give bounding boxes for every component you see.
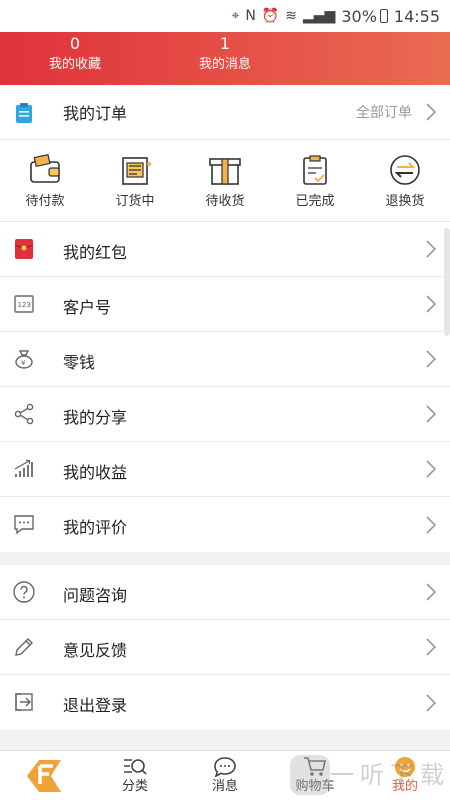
tab-messages[interactable]: 消息 <box>180 751 270 800</box>
nfc-icon: N <box>245 8 256 24</box>
favorites-label: 我的收藏 <box>48 57 101 72</box>
status-returns[interactable]: 退换货 <box>370 154 440 209</box>
tab-category[interactable]: 分类 <box>90 751 180 800</box>
status-awaiting-delivery[interactable]: 待收货 <box>190 154 260 209</box>
messages-label: 我的消息 <box>198 57 251 72</box>
menu-row-earnings[interactable]: 我的收益 <box>0 442 450 497</box>
message-bubble-icon <box>214 757 236 778</box>
watermark-text: 一听下载 <box>330 761 450 789</box>
logout-icon <box>15 693 33 711</box>
id-card-icon: 123 <box>14 295 34 313</box>
menu-label: 我的评价 <box>63 518 128 537</box>
status-label: 待付款 <box>25 194 65 209</box>
menu-label: 退出登录 <box>63 696 128 715</box>
chevron-right-icon <box>426 638 437 660</box>
alarm-icon: ⏰ <box>261 8 280 24</box>
tab-label: 消息 <box>211 779 238 794</box>
clipboard-icon <box>14 102 34 128</box>
earnings-chart-icon <box>14 459 33 477</box>
messages-stat[interactable]: 1 我的消息 <box>165 35 285 75</box>
wallet-icon <box>30 154 60 183</box>
profile-header: 0 我的收藏 1 我的消息 <box>0 32 450 85</box>
chevron-right-icon <box>426 350 437 372</box>
package-icon <box>209 158 241 185</box>
menu-label: 问题咨询 <box>63 586 128 605</box>
menu-row-red-envelope[interactable]: 我的红包 <box>0 222 450 277</box>
chevron-right-icon <box>426 693 437 716</box>
red-envelope-icon <box>14 239 34 259</box>
my-orders-title: 我的订单 <box>63 104 128 123</box>
order-status-grid: 待付款 订货中 待收货 已完成 退换货 <box>0 140 450 222</box>
comment-icon <box>14 515 34 535</box>
chevron-right-icon <box>426 583 437 605</box>
scroll-edge-indicator <box>444 228 450 336</box>
menu-label: 我的分享 <box>63 408 128 427</box>
primary-menu: 我的红包 123 客户号 ¥ 零钱 我的分享 我的收益 我的评价 <box>0 222 450 552</box>
menu-row-reviews[interactable]: 我的评价 <box>0 497 450 552</box>
status-completed[interactable]: 已完成 <box>280 154 350 209</box>
clock: 14:55 <box>393 6 440 26</box>
all-orders-link[interactable]: 全部订单 <box>356 102 412 122</box>
home-logo-icon <box>27 760 61 792</box>
chevron-right-icon <box>426 103 437 125</box>
checklist-icon <box>303 155 327 185</box>
menu-row-feedback[interactable]: 意见反馈 <box>0 620 450 675</box>
status-label: 退换货 <box>385 194 425 209</box>
chevron-right-icon <box>426 295 437 317</box>
secondary-menu: 问题咨询 意见反馈 退出登录 <box>0 565 450 730</box>
menu-label: 我的收益 <box>63 463 128 482</box>
menu-row-share[interactable]: 我的分享 <box>0 387 450 442</box>
tab-label: 分类 <box>121 779 148 794</box>
exchange-icon <box>390 155 420 185</box>
status-ordering[interactable]: 订货中 <box>100 154 170 209</box>
chevron-right-icon <box>426 405 437 427</box>
menu-label: 零钱 <box>63 353 96 372</box>
status-label: 订货中 <box>115 194 155 209</box>
wifi-icon: ≋ <box>285 8 298 24</box>
svg-text:123: 123 <box>18 301 31 309</box>
menu-row-customer-number[interactable]: 123 客户号 <box>0 277 450 332</box>
status-icons: ⌖ N ⏰ ≋ ▂▄▆ <box>231 8 335 24</box>
battery-icon <box>379 9 388 23</box>
signal-icon: ▂▄▆ <box>303 8 336 24</box>
menu-label: 意见反馈 <box>63 641 128 660</box>
location-icon: ⌖ <box>231 8 240 24</box>
status-pending-payment[interactable]: 待付款 <box>10 154 80 209</box>
menu-label: 客户号 <box>63 298 112 317</box>
messages-count: 1 <box>219 34 231 53</box>
pencil-icon <box>15 638 33 656</box>
favorites-stat[interactable]: 0 我的收藏 <box>15 35 135 75</box>
money-bag-icon: ¥ <box>15 350 33 369</box>
my-orders-row[interactable]: 我的订单 全部订单 <box>0 85 450 140</box>
tab-home[interactable] <box>0 751 90 800</box>
menu-label: 我的红包 <box>63 243 128 262</box>
category-search-icon <box>124 759 147 775</box>
share-icon <box>14 403 34 425</box>
battery-level: 30% <box>341 6 377 26</box>
status-label: 待收货 <box>205 194 245 209</box>
menu-row-change[interactable]: ¥ 零钱 <box>0 332 450 387</box>
chevron-right-icon <box>426 460 437 482</box>
menu-row-logout[interactable]: 退出登录 <box>0 675 450 730</box>
favorites-count: 0 <box>69 34 81 53</box>
status-label: 已完成 <box>295 194 335 209</box>
question-icon <box>13 581 35 603</box>
chevron-right-icon <box>426 515 437 538</box>
chevron-right-icon <box>426 240 437 262</box>
status-bar: ⌖ N ⏰ ≋ ▂▄▆ 30% 14:55 <box>0 0 450 32</box>
svg-text:¥: ¥ <box>21 359 26 367</box>
menu-row-inquiry[interactable]: 问题咨询 <box>0 565 450 620</box>
building-icon <box>122 157 151 185</box>
